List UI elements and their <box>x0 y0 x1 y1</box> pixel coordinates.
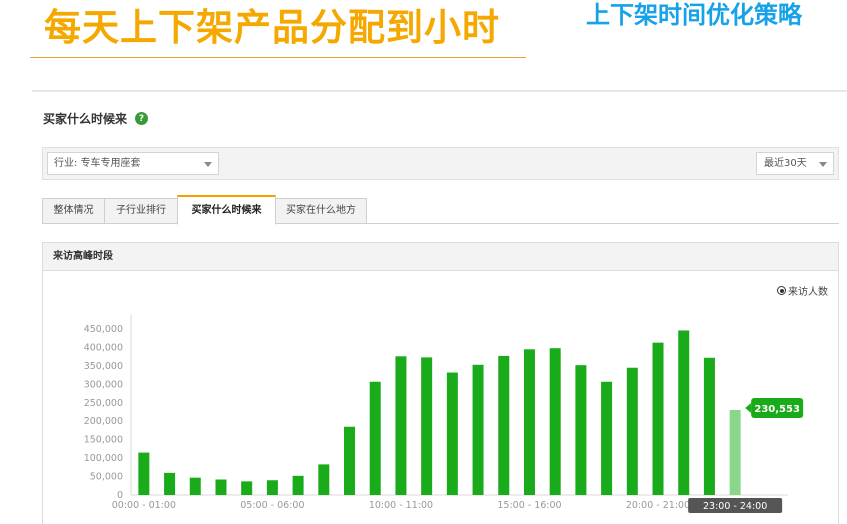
x-tick-label: 00:00 - 01:00 <box>112 500 176 511</box>
section-header: 买家什么时候来 ? <box>43 110 149 127</box>
slide-title: 每天上下架产品分配到小时 <box>44 6 500 49</box>
y-tick-label: 50,000 <box>90 472 123 483</box>
chart-bar[interactable] <box>241 481 253 495</box>
x-tick-label: 20:00 - 21:00 <box>626 500 690 511</box>
industry-select[interactable]: 行业: 专车专用座套 <box>47 152 219 175</box>
tooltip-value: 230,553 <box>754 404 800 415</box>
industry-select-value: 行业: 专车专用座套 <box>54 158 141 169</box>
chart-bar[interactable] <box>678 330 690 495</box>
chart-bar[interactable] <box>395 356 407 495</box>
chart-bar[interactable] <box>344 426 356 495</box>
chart-bar[interactable] <box>703 357 715 495</box>
chart-bar[interactable] <box>189 477 201 495</box>
chart-bar[interactable] <box>215 479 227 495</box>
date-range-value: 最近30天 <box>764 158 807 169</box>
chart-bar[interactable] <box>498 355 510 495</box>
x-tick-label: 15:00 - 16:00 <box>497 500 561 511</box>
chart-bar[interactable] <box>318 464 330 495</box>
chart-bar[interactable] <box>626 367 638 495</box>
x-tick-label: 10:00 - 11:00 <box>369 500 433 511</box>
title-underline <box>30 57 526 58</box>
chart-bar[interactable] <box>601 381 613 495</box>
y-tick-label: 200,000 <box>84 416 123 427</box>
chart-bar[interactable] <box>164 472 176 495</box>
y-tick-label: 150,000 <box>84 435 123 446</box>
tab-sub-industry-ranking[interactable]: 子行业排行 <box>104 198 178 224</box>
chart-bar[interactable] <box>292 475 304 495</box>
chart-bar[interactable] <box>652 342 664 495</box>
chart-bar[interactable] <box>266 480 278 495</box>
hover-hour-label: 23:00 - 24:00 <box>703 501 767 512</box>
slide-subtitle: 上下架时间优化策略 <box>586 1 802 29</box>
app-frame: 买家什么时候来 ? 行业: 专车专用座套 最近30天 整体情况 子行业排行 买家… <box>32 90 847 524</box>
y-tick-label: 400,000 <box>84 342 123 353</box>
y-tick-label: 450,000 <box>84 324 123 335</box>
tab-overview[interactable]: 整体情况 <box>42 198 105 224</box>
chart-bar[interactable] <box>729 409 741 495</box>
filter-bar: 行业: 专车专用座套 最近30天 <box>42 147 839 180</box>
x-tick-label: 05:00 - 06:00 <box>240 500 304 511</box>
tab-bar: 整体情况 子行业排行 买家什么时候来 买家在什么地方 <box>42 195 839 225</box>
y-tick-label: 100,000 <box>84 453 123 464</box>
chart-bar[interactable] <box>523 349 535 495</box>
chart-bar[interactable] <box>369 381 381 495</box>
tab-buyer-location[interactable]: 买家在什么地方 <box>275 198 367 224</box>
chart-bar[interactable] <box>421 357 433 495</box>
y-tick-label: 300,000 <box>84 379 123 390</box>
chart-bar[interactable] <box>446 372 458 495</box>
question-circle-icon[interactable]: ? <box>135 112 149 125</box>
tab-buyer-visit-time[interactable]: 买家什么时候来 <box>177 195 276 225</box>
y-tick-label: 350,000 <box>84 361 123 372</box>
section-heading: 买家什么时候来 <box>43 112 128 126</box>
y-tick-label: 250,000 <box>84 398 123 409</box>
peak-visit-panel: 来访高峰时段 来访人数 0 50,000 100,000 150,000 200,000… <box>42 242 839 524</box>
date-range-select[interactable]: 最近30天 <box>756 152 834 175</box>
chevron-down-icon <box>819 162 827 167</box>
chart-bar[interactable] <box>472 364 484 495</box>
chart-bar[interactable] <box>138 452 150 495</box>
chart-bar[interactable] <box>575 365 587 495</box>
visit-bar-chart: 050,000100,000150,000200,000250,000300,0… <box>84 315 804 513</box>
tooltip-pointer <box>745 402 752 413</box>
chart-bar[interactable] <box>549 348 561 495</box>
chevron-down-icon <box>204 162 212 167</box>
